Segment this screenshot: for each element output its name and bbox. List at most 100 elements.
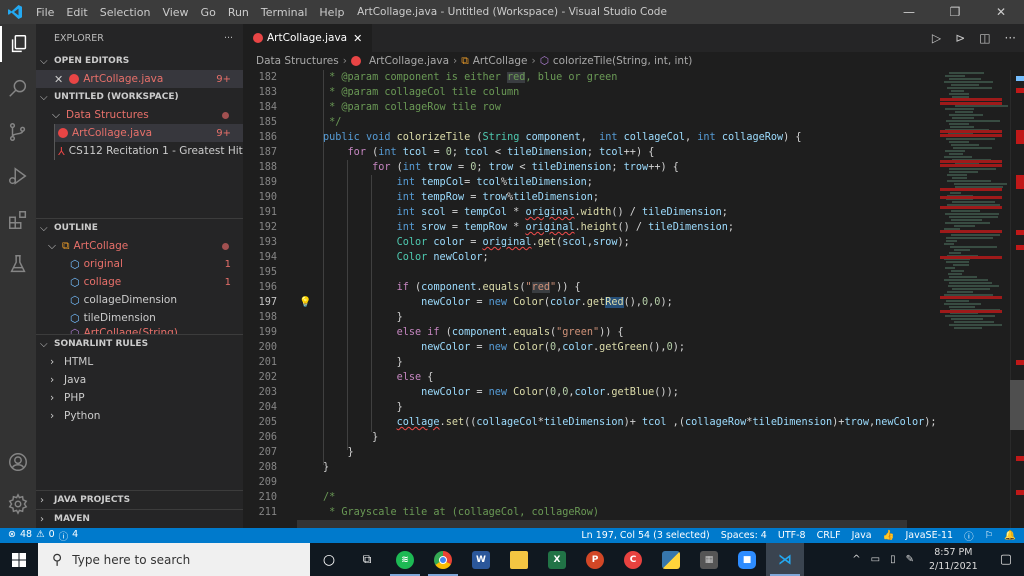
calculator-icon[interactable]: ▦ [690,543,728,576]
explorer-icon[interactable] [0,26,36,62]
outline-class[interactable]: ⌵ ⧉ ArtCollage [36,237,243,255]
zoom-icon[interactable]: ■ [728,543,766,576]
outline-section[interactable]: ⌵ OUTLINE [36,219,243,237]
maximize-button[interactable]: ❐ [932,0,978,24]
vertical-scrollbar[interactable] [1010,70,1024,528]
workspace-section[interactable]: ⌵ UNTITLED (WORKSPACE) [36,88,243,106]
windows-start-button[interactable] [0,543,38,576]
cortana-icon[interactable]: ○ [310,543,348,576]
source-control-icon[interactable] [0,114,36,150]
minimap[interactable] [940,70,1010,528]
spotify-icon[interactable]: ≋ [386,543,424,576]
taskbar-clock[interactable]: 8:57 PM 2/11/2021 [919,546,988,574]
settings-gear-icon[interactable] [0,486,36,522]
word-icon[interactable]: W [462,543,500,576]
outline-member[interactable]: ⬡ tileDimension [36,309,243,327]
open-editors-section[interactable]: ⌵ OPEN EDITORS [36,52,243,70]
testing-icon[interactable] [0,246,36,282]
powerpoint-icon[interactable]: P [576,543,614,576]
feedback-icon[interactable]: ⚐ [985,530,994,541]
tab-artcollage-java[interactable]: ArtCollage.java ✕ [243,24,373,52]
code-editor[interactable]: 182 183 184 185 186 187 188 189 190 191 192 193 194 1… [243,70,1024,528]
extensions-icon[interactable] [0,202,36,238]
taskbar-search-box[interactable]: ⚲ Type here to search [38,543,310,576]
chevron-right-icon: › [50,374,55,386]
editor-tabs: ArtCollage.java ✕ ▷ ⊳ ◫ ··· [243,24,1024,52]
line-number: 206 [258,432,277,443]
thumbs-up-icon[interactable]: 👍 [883,530,895,541]
minimap-line [946,237,993,239]
debug-run-icon[interactable]: ⊳ [955,31,965,45]
menu-terminal[interactable]: Terminal [255,6,314,19]
menu-edit[interactable]: Edit [60,6,93,19]
sonarlint-item-php[interactable]: › PHP [36,389,243,407]
notifications-bell-icon[interactable]: 🔔 [1004,530,1016,541]
breadcrumb-file[interactable]: ArtCollage.java [369,55,449,67]
chrome-icon[interactable] [424,543,462,576]
action-center-icon[interactable]: ▢ [988,552,1024,567]
excel-icon[interactable]: X [538,543,576,576]
menu-run[interactable]: Run [222,6,255,19]
rule-language: Python [64,410,101,422]
task-view-icon[interactable]: ⧉ [348,543,386,576]
encoding[interactable]: UTF-8 [778,530,806,541]
outline-member[interactable]: ⬡ ArtCollage(String) [36,327,243,334]
sonarlint-section[interactable]: ⌵ SONARLINT RULES [36,335,243,353]
cursor-position[interactable]: Ln 197, Col 54 (3 selected) [581,530,709,541]
vscode-taskbar-icon[interactable]: ⋊ [766,543,804,576]
battery-icon[interactable]: ▯ [885,554,901,565]
breadcrumb-class[interactable]: ArtCollage [473,55,528,67]
menu-selection[interactable]: Selection [94,6,157,19]
close-tab-button[interactable]: ✕ [353,32,362,45]
close-icon[interactable]: ✕ [54,73,63,86]
minimize-button[interactable]: — [886,0,932,24]
outline-member[interactable]: ⬡ collageDimension [36,291,243,309]
explorer-more-button[interactable]: ··· [224,33,233,44]
split-editor-icon[interactable]: ◫ [979,31,990,45]
language-mode[interactable]: Java [852,530,872,541]
menu-go[interactable]: Go [195,6,222,19]
minimap-line [945,213,999,215]
line-ending[interactable]: CRLF [817,530,841,541]
sonarlint-item-python[interactable]: › Python [36,407,243,425]
menu-file[interactable]: File [30,6,60,19]
sonarlint-item-java[interactable]: › Java [36,371,243,389]
file-item-artcollage[interactable]: ArtCollage.java 9+ [54,124,243,142]
sonarlint-item-html[interactable]: › HTML [36,353,243,371]
menu-view[interactable]: View [156,6,194,19]
run-debug-icon[interactable] [0,158,36,194]
indentation[interactable]: Spaces: 4 [721,530,767,541]
chevron-down-icon: ⌵ [40,55,48,67]
close-window-button[interactable]: ✕ [978,0,1024,24]
info-icon[interactable]: ⓘ [964,529,974,543]
minimap-error-marker [940,102,1002,105]
menu-help[interactable]: Help [313,6,350,19]
breadcrumb-method[interactable]: colorizeTile(String, int, int) [553,55,692,67]
problems-indicator[interactable]: ⊗ 48 ⚠ 0 ⓘ 4 [0,529,78,543]
file-explorer-icon[interactable] [500,543,538,576]
account-icon[interactable] [0,444,36,480]
folder-data-structures[interactable]: ⌵ Data Structures [36,106,243,124]
breadcrumb-folder[interactable]: Data Structures [256,55,339,67]
java-version[interactable]: JavaSE-11 [905,530,953,541]
member-name: collageDimension [83,294,178,306]
run-icon[interactable]: ▷ [932,31,941,45]
minimap-line [952,177,967,179]
vscode-logo-icon [0,4,30,20]
ccleaner-icon[interactable]: C [614,543,652,576]
outline-member[interactable]: ⬡ original 1 [36,255,243,273]
horizontal-scrollbar[interactable] [297,520,907,528]
maven-section[interactable]: › MAVEN [36,510,243,528]
java-projects-section[interactable]: › JAVA PROJECTS [36,491,243,509]
network-icon[interactable]: ▭ [866,554,885,565]
open-editor-item[interactable]: ✕ ArtCollage.java 9+ [36,70,243,88]
file-item-pdf[interactable]: ⅄ CS112 Recitation 1 - Greatest Hits o..… [54,142,268,160]
scrollbar-thumb[interactable] [1010,380,1024,430]
pen-icon[interactable]: ✎ [901,554,919,565]
more-icon[interactable]: ··· [1005,31,1016,45]
show-hidden-icons[interactable]: ^ [847,554,865,565]
lightbulb-icon[interactable]: 💡 [299,297,311,308]
search-icon[interactable] [0,70,36,106]
outline-member[interactable]: ⬡ collage 1 [36,273,243,291]
python-icon[interactable] [652,543,690,576]
